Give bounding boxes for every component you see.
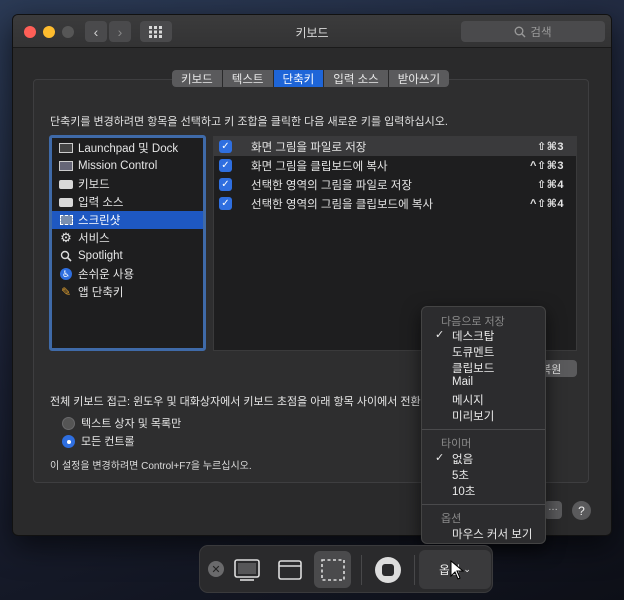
capture-selection-button[interactable] (314, 551, 351, 588)
shortcut-keys[interactable]: ^⇧⌘4 (530, 197, 564, 210)
radio-button[interactable] (62, 416, 75, 430)
mouse-pointer-icon (450, 560, 464, 580)
search-placeholder: 검색 (530, 26, 552, 39)
full-keyboard-access-title: 전체 키보드 접근: 윈도우 및 대화상자에서 키보드 초점을 아래 항목 사이… (50, 396, 421, 408)
category-label: 키보드 (78, 179, 110, 191)
menu-header-save-to: 다음으로 저장 (441, 316, 505, 328)
app-shortcuts-icon: ✎ (60, 285, 72, 299)
menu-item-timer-none[interactable]: 없음 (452, 451, 473, 467)
shortcut-checkbox[interactable]: ✓ (219, 197, 232, 210)
tab-bar: 키보드 텍스트 단축키 입력 소스 받아쓰기 (172, 70, 450, 87)
shortcut-keys[interactable]: ⇧⌘4 (537, 178, 564, 191)
radio-text-boxes-lists[interactable]: 텍스트 상자 및 목록만 (62, 415, 181, 431)
tab-keyboard[interactable]: 키보드 (172, 70, 223, 87)
screenshot-options-menu: 다음으로 저장 ✓ 데스크탑 도큐멘트 클립보드 Mail 메시지 미리보기 타… (421, 306, 546, 544)
tab-shortcuts[interactable]: 단축키 (273, 70, 325, 87)
radio-label: 텍스트 상자 및 목록만 (81, 418, 182, 430)
search-icon (514, 26, 526, 37)
mission-control-icon (59, 160, 73, 172)
keyboard-access-hint: 이 설정을 변경하려면 Control+F7을 누르십시오. (50, 461, 252, 472)
screenshot-icon (59, 214, 73, 226)
spotlight-icon (59, 250, 73, 262)
menu-item-messages[interactable]: 메시지 (452, 392, 484, 408)
chevron-down-icon: ⌄ (463, 564, 471, 574)
shortcut-keys[interactable]: ^⇧⌘3 (530, 159, 564, 172)
category-services[interactable]: ⚙ 서비스 (52, 229, 203, 247)
toolbar-separator (361, 555, 362, 585)
category-keyboard[interactable]: 키보드 (52, 175, 203, 193)
keyboard-icon (59, 196, 73, 208)
close-toolbar-button[interactable]: ✕ (208, 561, 224, 577)
category-label: 앱 단축키 (78, 287, 124, 299)
accessibility-icon: ♿ (60, 268, 72, 280)
category-label: 서비스 (78, 233, 110, 245)
category-spotlight[interactable]: Spotlight (52, 247, 203, 265)
category-app-shortcuts[interactable]: ✎ 앱 단축키 (52, 283, 203, 301)
capture-entire-screen-button[interactable] (233, 556, 261, 584)
shortcut-label: 선택한 영역의 그림을 클립보드에 복사 (251, 198, 434, 211)
gear-icon: ⚙ (60, 230, 72, 245)
category-mission-control[interactable]: Mission Control (52, 157, 203, 175)
shortcut-label: 화면 그림을 클립보드에 복사 (251, 160, 388, 173)
menu-item-mail[interactable]: Mail (452, 376, 473, 388)
record-entire-screen-button[interactable] (375, 557, 401, 583)
menu-separator (422, 429, 545, 430)
shortcut-row[interactable]: ✓ 선택한 영역의 그림을 클립보드에 복사 ^⇧⌘4 (214, 194, 576, 213)
shortcut-checkbox[interactable]: ✓ (219, 159, 232, 172)
shortcut-label: 화면 그림을 파일로 저장 (251, 141, 367, 154)
tab-dictation[interactable]: 받아쓰기 (388, 70, 450, 87)
ellipsis-button[interactable]: … (544, 501, 562, 519)
category-label: 손쉬운 사용 (78, 269, 135, 281)
menu-item-timer-10s[interactable]: 10초 (452, 483, 475, 499)
keyboard-icon (59, 178, 73, 190)
tab-text[interactable]: 텍스트 (222, 70, 274, 87)
category-input-sources[interactable]: 입력 소스 (52, 193, 203, 211)
capture-window-button[interactable] (276, 556, 304, 584)
shortcut-row[interactable]: ✓ 화면 그림을 클립보드에 복사 ^⇧⌘3 (214, 156, 576, 175)
category-label: Spotlight (78, 250, 123, 262)
toolbar-separator (414, 555, 415, 585)
menu-header-timer: 타이머 (441, 438, 472, 450)
entire-screen-icon (234, 559, 260, 581)
category-list[interactable]: Launchpad 및 Dock Mission Control 키보드 입력 … (49, 135, 206, 351)
menu-item-documents[interactable]: 도큐멘트 (452, 344, 494, 360)
instruction-text: 단축키를 변경하려면 항목을 선택하고 키 조합을 클릭한 다음 새로운 키를 … (50, 116, 448, 128)
shortcut-row[interactable]: ✓ 화면 그림을 파일로 저장 ⇧⌘3 (214, 137, 576, 156)
radio-button[interactable] (62, 434, 75, 448)
radio-all-controls[interactable]: 모든 컨트롤 (62, 433, 135, 449)
close-icon: ✕ (211, 563, 221, 576)
shortcut-keys[interactable]: ⇧⌘3 (537, 140, 564, 153)
titlebar: ‹ › 키보드 검색 (13, 15, 611, 48)
category-label: 스크린샷 (78, 215, 121, 227)
record-icon (382, 564, 394, 576)
category-label: 입력 소스 (78, 197, 124, 209)
shortcut-checkbox[interactable]: ✓ (219, 178, 232, 191)
selection-icon (320, 558, 345, 581)
category-screenshot[interactable]: 스크린샷 (52, 211, 203, 229)
screenshot-toolbar: ✕ 옵션 ⌄ (199, 545, 493, 593)
menu-item-desktop[interactable]: 데스크탑 (452, 328, 494, 344)
menu-header-options: 옵션 (441, 513, 462, 525)
shortcut-row[interactable]: ✓ 선택한 영역의 그림을 파일로 저장 ⇧⌘4 (214, 175, 576, 194)
category-accessibility[interactable]: ♿ 손쉬운 사용 (52, 265, 203, 283)
menu-item-show-mouse-pointer[interactable]: 마우스 커서 보기 (452, 526, 532, 542)
category-launchpad-dock[interactable]: Launchpad 및 Dock (52, 139, 203, 157)
radio-label: 모든 컨트롤 (81, 436, 135, 448)
tab-input-sources[interactable]: 입력 소스 (324, 70, 389, 87)
checkmark-icon: ✓ (435, 329, 445, 341)
menu-item-clipboard[interactable]: 클립보드 (452, 360, 494, 376)
category-label: Mission Control (78, 160, 158, 172)
launchpad-icon (59, 142, 73, 154)
menu-item-preview[interactable]: 미리보기 (452, 408, 494, 424)
shortcut-checkbox[interactable]: ✓ (219, 140, 232, 153)
window-icon (278, 560, 302, 580)
checkmark-icon: ✓ (435, 452, 445, 464)
menu-separator (422, 504, 545, 505)
shortcut-label: 선택한 영역의 그림을 파일로 저장 (251, 179, 412, 192)
category-label: Launchpad 및 Dock (78, 143, 179, 155)
menu-item-timer-5s[interactable]: 5초 (452, 467, 469, 483)
help-button[interactable]: ? (572, 501, 591, 520)
search-field[interactable]: 검색 (461, 21, 605, 42)
